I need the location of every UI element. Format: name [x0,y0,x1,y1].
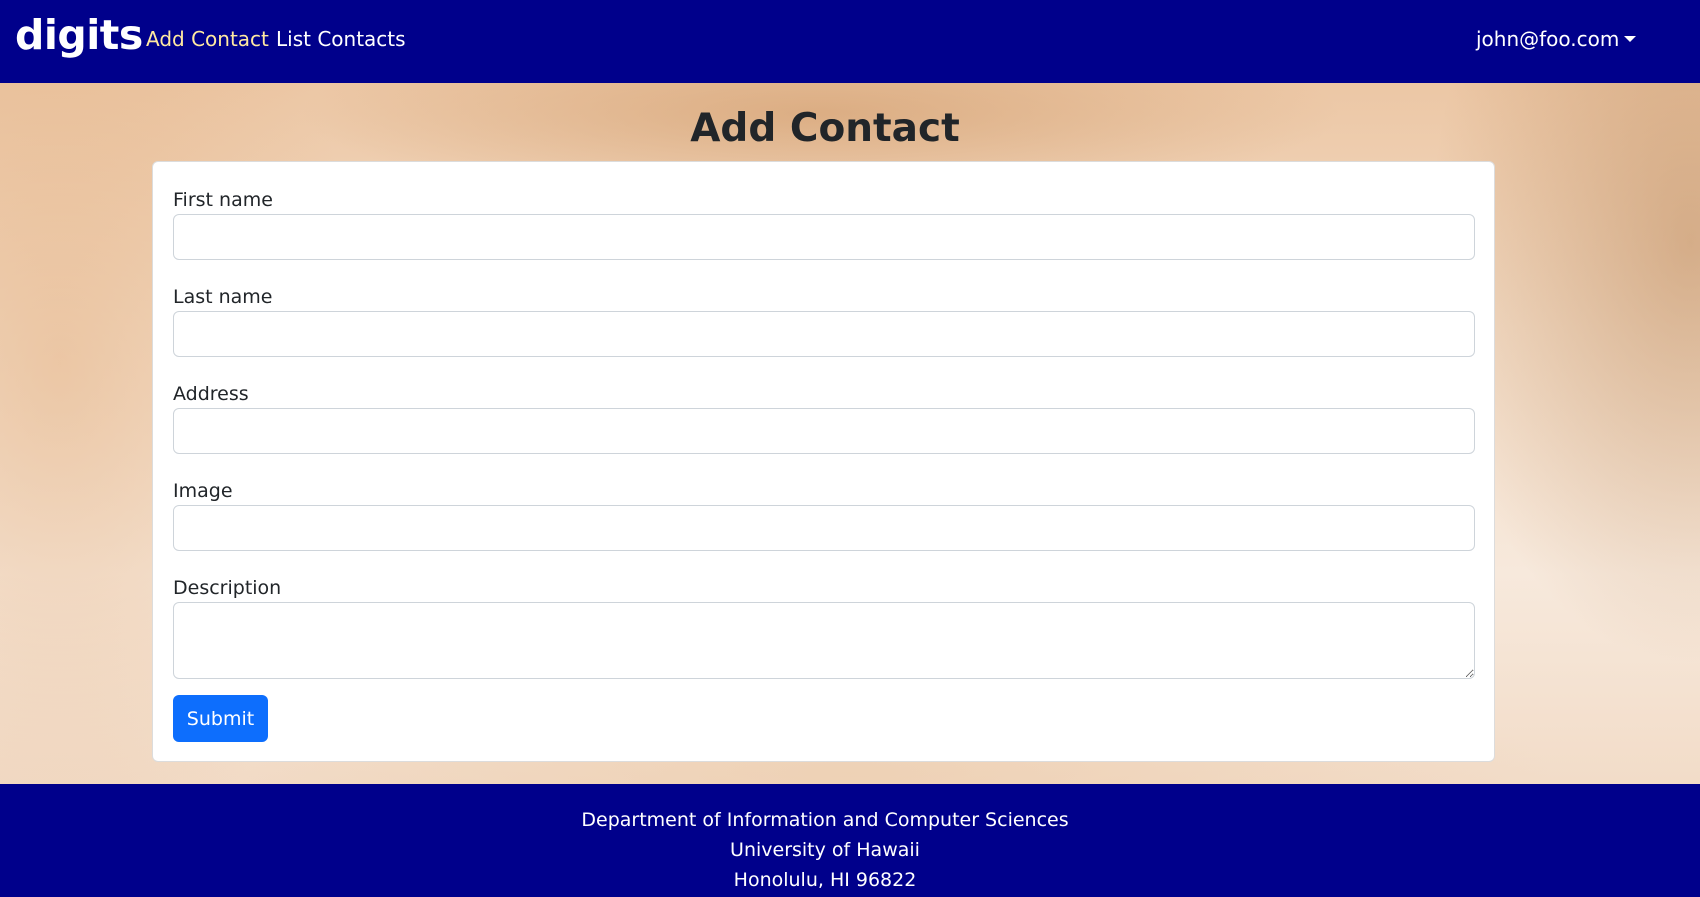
address-label: Address [173,383,249,405]
footer-address: Honolulu, HI 96822 [733,869,917,891]
brand-logo[interactable]: digits [15,10,143,60]
footer-department: Department of Information and Computer S… [581,809,1069,831]
nav-link-add-contact[interactable]: Add Contact [146,26,269,52]
add-contact-form: First name Last name Address Image Descr… [152,161,1495,762]
first-name-label: First name [173,189,273,211]
caret-down-icon [1624,36,1637,42]
first-name-input[interactable] [173,214,1475,260]
last-name-input[interactable] [173,311,1475,357]
image-label: Image [173,480,233,502]
description-label: Description [173,577,282,599]
user-email: john@foo.com [1476,27,1620,51]
address-input[interactable] [173,408,1475,454]
last-name-label: Last name [173,286,273,308]
navbar: digits Add Contact List Contacts john@fo… [0,0,1700,83]
footer-university: University of Hawaii [730,839,920,861]
description-textarea[interactable] [173,602,1475,679]
image-input[interactable] [173,505,1475,551]
page-title: Add Contact [690,106,960,151]
user-dropdown[interactable]: john@foo.com [1476,26,1637,52]
nav-link-list-contacts[interactable]: List Contacts [276,26,406,52]
footer: Department of Information and Computer S… [0,784,1700,897]
submit-button[interactable]: Submit [173,695,268,742]
background-image: Add Contact First name Last name Address… [0,83,1700,784]
